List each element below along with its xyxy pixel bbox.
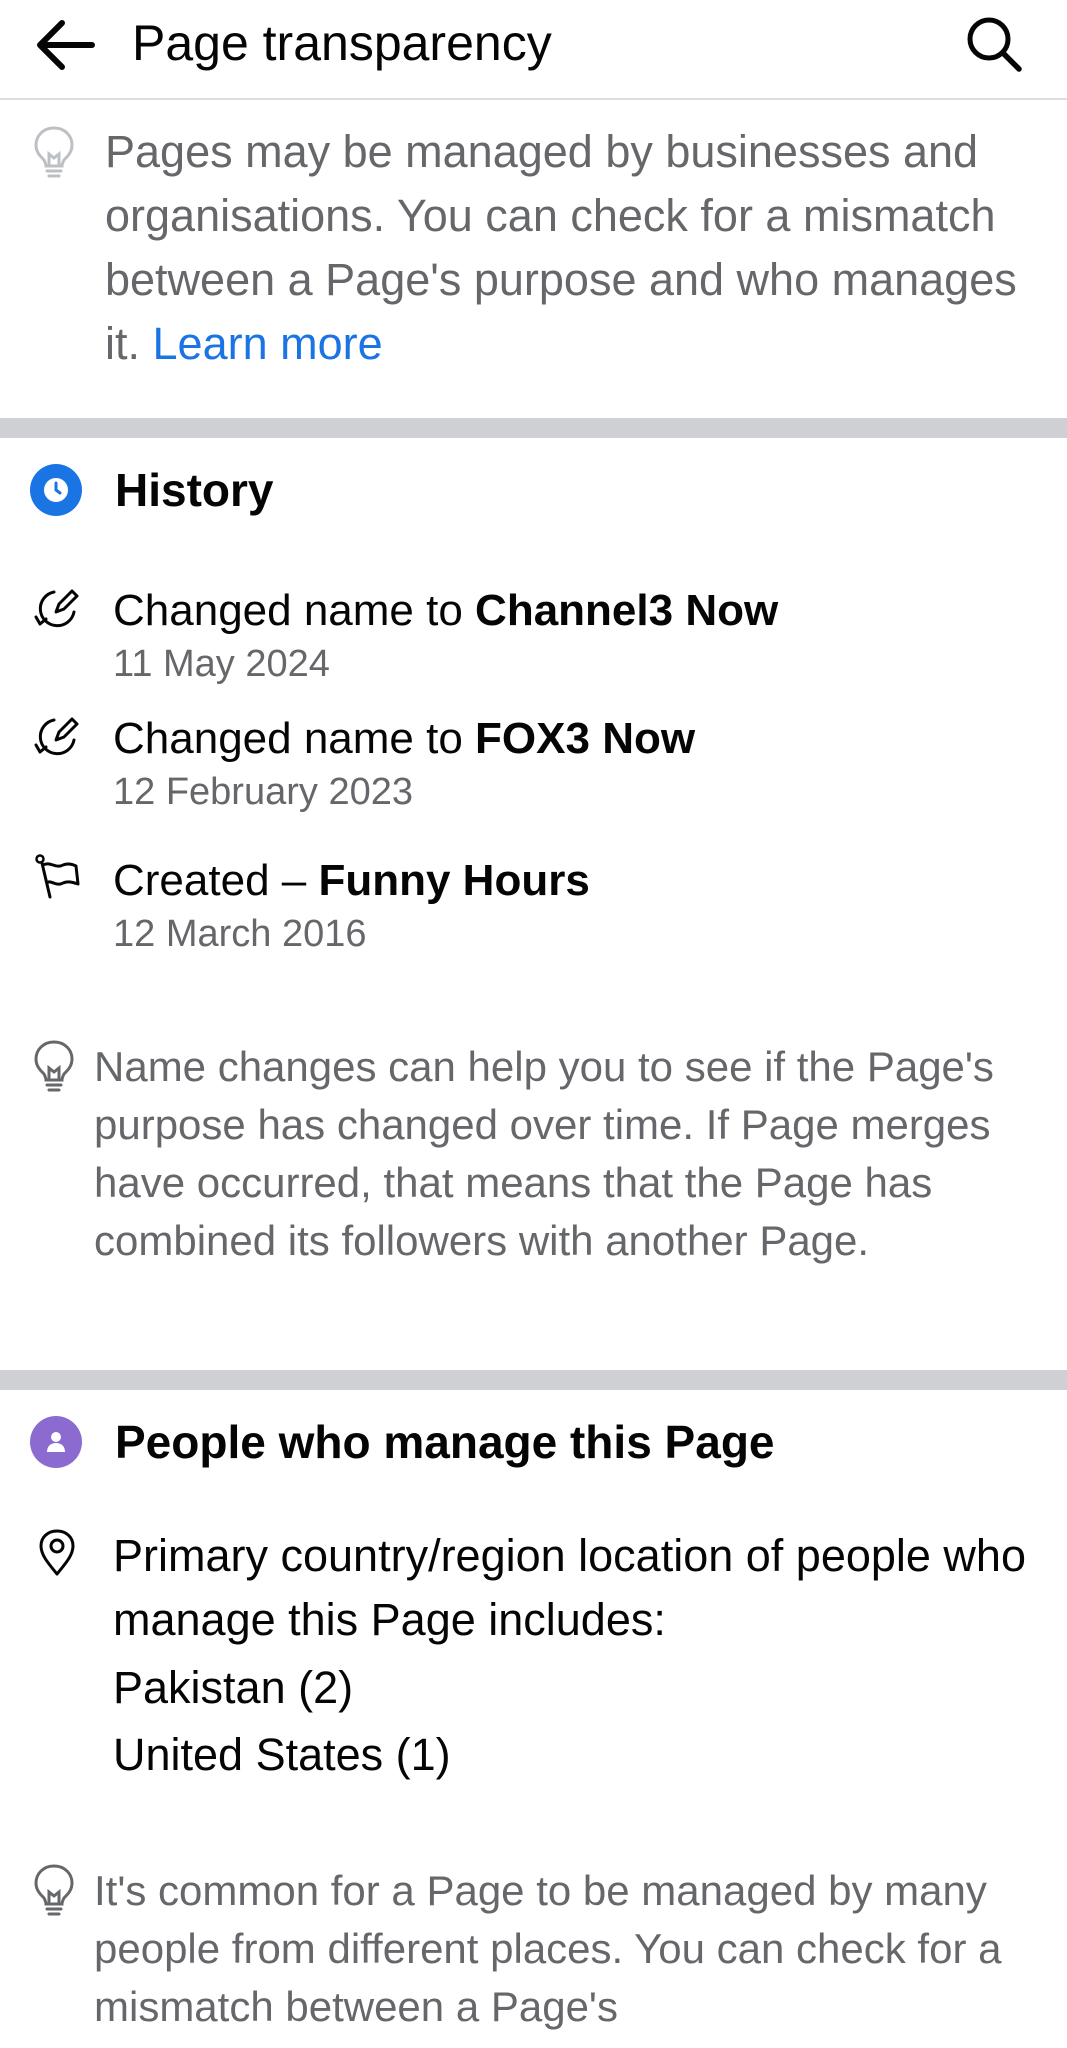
page-title: Page transparency <box>132 15 552 71</box>
person-icon <box>47 1432 65 1452</box>
search-button[interactable] <box>958 8 1030 80</box>
flag-icon <box>35 854 80 899</box>
managers-title: People who manage this Page <box>115 1416 775 1468</box>
history-item-1-icon-wrap <box>30 582 84 636</box>
back-button[interactable] <box>30 10 100 80</box>
section-divider <box>0 1370 1067 1390</box>
history-tip-text: Name changes can help you to see if the … <box>94 1043 994 1264</box>
history-item-3-prefix: Created – <box>113 856 319 905</box>
history-title: History <box>115 464 274 516</box>
intro-text: Pages may be managed by businesses and o… <box>105 120 1045 376</box>
lightbulb-icon <box>34 126 74 178</box>
lightbulb-icon <box>34 1040 74 1092</box>
location-icon-wrap <box>30 1525 84 1579</box>
history-item-2-prefix: Changed name to <box>113 714 476 763</box>
edit-circle-icon <box>34 717 79 756</box>
history-item-1-name: Channel3 Now <box>475 586 779 635</box>
clock-icon <box>44 478 68 502</box>
history-item-1-prefix: Changed name to <box>113 586 476 635</box>
history-item-3-name: Funny Hours <box>318 856 590 905</box>
search-icon <box>967 17 1022 72</box>
history-item-3-date: 12 March 2016 <box>113 913 367 955</box>
top-bar: Page transparency <box>0 0 1067 100</box>
history-item-1-date: 11 May 2024 <box>113 643 330 685</box>
location-label: Primary country/region location of peopl… <box>113 1530 1026 1645</box>
managers-tip-text: It's common for a Page to be managed by … <box>94 1867 1002 2030</box>
history-item-2-date: 12 February 2023 <box>113 771 413 813</box>
country-item: United States (1) <box>113 1729 451 1780</box>
lightbulb-icon <box>34 1864 74 1916</box>
history-item-1-title: Changed name to Channel3 Now <box>113 584 778 638</box>
section-divider <box>0 418 1067 438</box>
country-item: Pakistan (2) <box>113 1662 354 1713</box>
history-item-3-icon-wrap <box>30 850 84 904</box>
history-item-3-title: Created – Funny Hours <box>113 854 590 908</box>
history-section-icon <box>30 464 82 516</box>
location-pin-icon <box>39 1529 75 1576</box>
managers-section-icon <box>30 1416 82 1468</box>
history-item-2-icon-wrap <box>30 710 84 764</box>
edit-circle-icon <box>34 589 79 628</box>
learn-more-link[interactable]: Learn more <box>153 318 383 369</box>
arrow-left-icon <box>37 20 95 70</box>
history-item-2-title: Changed name to FOX3 Now <box>113 712 695 766</box>
history-item-2-name: FOX3 Now <box>475 714 696 763</box>
